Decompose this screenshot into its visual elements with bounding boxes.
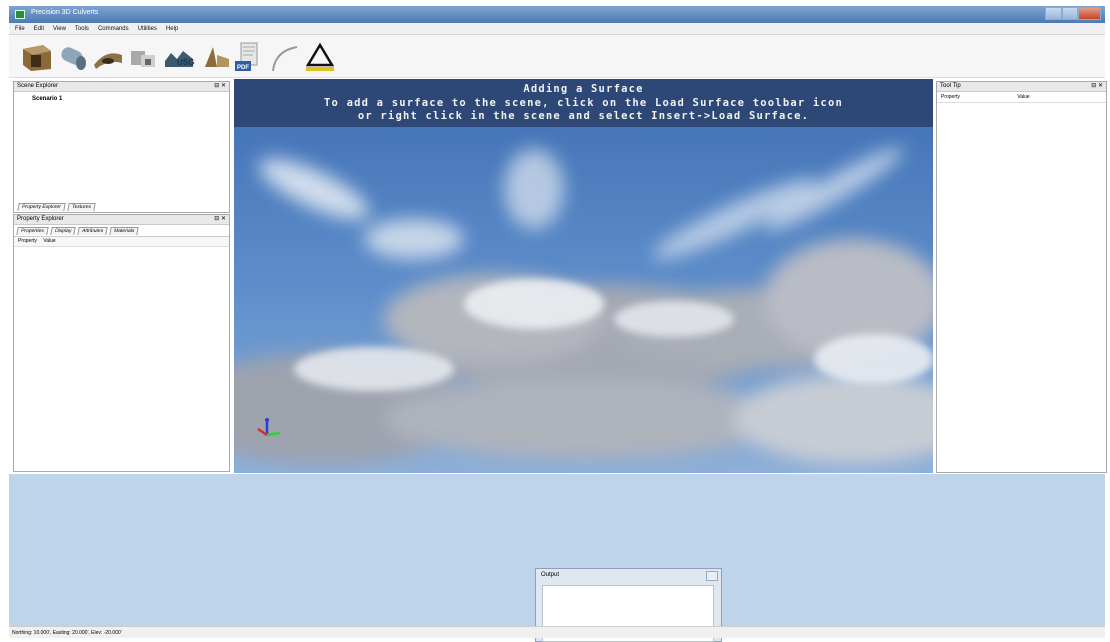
- arch-culvert-icon[interactable]: [92, 41, 124, 73]
- window-controls: [1045, 7, 1101, 20]
- menu-bar: File Edit View Tools Commands Utilities …: [9, 23, 1105, 35]
- menu-view[interactable]: View: [53, 26, 66, 32]
- window-title: Precision 3D Culverts: [31, 9, 99, 16]
- tab-materials[interactable]: Materials: [109, 227, 140, 235]
- menu-file[interactable]: File: [15, 26, 25, 32]
- tab-properties[interactable]: Properties: [16, 227, 49, 235]
- headwall-icon[interactable]: [127, 41, 159, 73]
- menu-help[interactable]: Help: [166, 26, 178, 32]
- property-explorer-panel: Property Explorer ⊟ ✕ Properties Display…: [13, 214, 230, 472]
- box-culvert-icon[interactable]: [21, 41, 53, 73]
- scene-explorer-title: Scene Explorer: [17, 83, 59, 89]
- app-logo-icon: [15, 10, 25, 19]
- usgs-icon[interactable]: USGS: [163, 41, 200, 73]
- status-coordinates: Northing: 10.000', Easting: 20.000', Ele…: [12, 630, 122, 636]
- close-button[interactable]: [1078, 7, 1101, 20]
- output-title: Output: [541, 572, 560, 578]
- wingwall-icon[interactable]: [199, 41, 231, 73]
- tip-banner-title: Adding a Surface: [523, 83, 644, 95]
- menu-tools[interactable]: Tools: [75, 26, 89, 32]
- tip-banner-line-2: or right click in the scene and select I…: [357, 110, 810, 122]
- pipe-culvert-icon[interactable]: [57, 41, 89, 73]
- property-grid-header: Property Value: [14, 237, 229, 247]
- axis-triad-icon: [257, 418, 281, 437]
- tooltip-panel: Tool Tip ⊟ ✕ Property Value: [936, 81, 1107, 473]
- tab-attributes[interactable]: Attributes: [77, 227, 108, 235]
- pin-close-icons[interactable]: ⊟ ✕: [214, 82, 226, 91]
- tab-display[interactable]: Display: [50, 227, 76, 235]
- scene-explorer-tabs: Property Explorer Textures: [17, 203, 96, 211]
- tooltip-panel-title: Tool Tip: [940, 83, 961, 89]
- pdf-report-icon[interactable]: PDF: [231, 41, 263, 73]
- window-title-bar: Precision 3D Culverts: [9, 6, 1105, 23]
- tip-banner-line-1: To add a surface to the scene, click on …: [324, 96, 843, 109]
- menu-edit[interactable]: Edit: [34, 26, 44, 32]
- column-property: Property: [941, 94, 960, 100]
- column-value: Value: [1017, 94, 1030, 100]
- tab-textures[interactable]: Textures: [67, 203, 96, 211]
- toolbar: USGS PDF: [9, 35, 1105, 78]
- menu-utilities[interactable]: Utilities: [138, 26, 157, 32]
- scene-tree-item-scenario-1[interactable]: Scenario 1: [14, 92, 229, 102]
- pin-close-icons[interactable]: ⊟ ✕: [214, 215, 226, 224]
- property-explorer-header: Property Explorer ⊟ ✕: [14, 215, 229, 225]
- maximize-button[interactable]: [1061, 7, 1079, 20]
- scene-viewport[interactable]: Adding a Surface To add a surface to the…: [234, 79, 933, 473]
- pin-close-icons[interactable]: ⊟ ✕: [1091, 82, 1103, 91]
- curve-icon[interactable]: [267, 41, 299, 73]
- scene-explorer-header: Scene Explorer ⊟ ✕: [14, 82, 229, 92]
- tip-banner: Adding a Surface To add a surface to the…: [234, 79, 933, 127]
- tab-property-explorer[interactable]: Property Explorer: [17, 203, 66, 211]
- load-surface-icon[interactable]: [303, 41, 337, 73]
- tooltip-grid-header: Property Value: [937, 92, 1106, 103]
- column-property: Property: [18, 238, 37, 244]
- property-explorer-title: Property Explorer: [17, 216, 64, 222]
- svg-text:PDF: PDF: [237, 65, 249, 71]
- tooltip-panel-header: Tool Tip ⊟ ✕: [937, 82, 1106, 92]
- status-bar: Northing: 10.000', Easting: 20.000', Ele…: [9, 626, 1105, 638]
- scene-explorer-panel: Scene Explorer ⊟ ✕ Scenario 1 Property E…: [13, 81, 230, 213]
- svg-text:USGS: USGS: [177, 58, 195, 67]
- sky-background: [234, 79, 933, 473]
- property-explorer-tabs: Properties Display Attributes Materials: [14, 225, 229, 237]
- menu-commands[interactable]: Commands: [98, 26, 129, 32]
- column-value: Value: [43, 238, 56, 244]
- output-close-button[interactable]: [706, 571, 718, 581]
- minimize-button[interactable]: [1045, 7, 1062, 20]
